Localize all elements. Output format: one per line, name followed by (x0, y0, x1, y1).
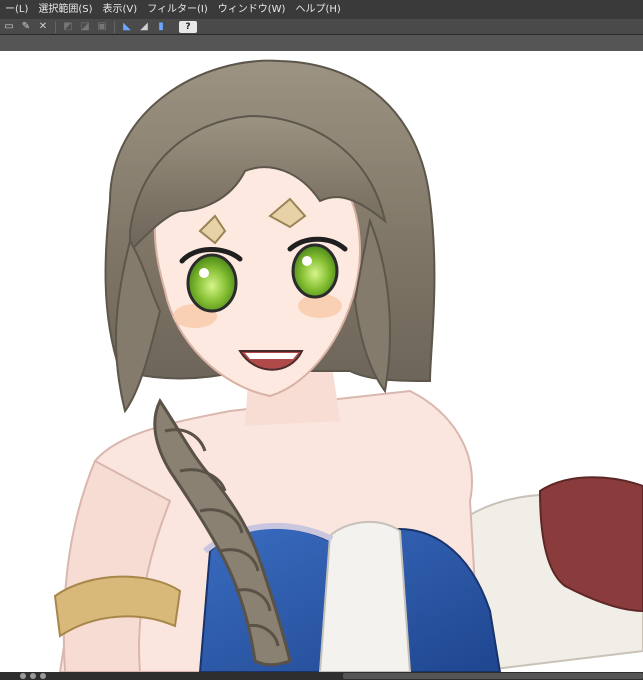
layer-icon[interactable]: ▭ (2, 20, 16, 34)
command-toolbar: ▭ ✎ ✕ ◩ ◪ ▣ ◣ ◢ ▮ ? (0, 19, 643, 35)
reset-view-icon[interactable] (40, 673, 46, 679)
rotate-right-icon[interactable] (30, 673, 36, 679)
artwork-illustration (53, 59, 643, 672)
rotate-left-icon[interactable] (20, 673, 26, 679)
menu-filter[interactable]: フィルター(I) (142, 0, 213, 19)
brush-icon[interactable]: ◪ (78, 20, 92, 34)
help-button[interactable]: ? (179, 20, 197, 33)
tool-property-strip (0, 35, 643, 51)
menu-bar: ー(L) 選択範囲(S) 表示(V) フィルター(I) ウィンドウ(W) ヘルプ… (0, 0, 643, 19)
eraser-icon[interactable]: ▣ (95, 20, 109, 34)
dress-front-white (318, 520, 412, 672)
ruler-icon[interactable]: ◣ (120, 20, 134, 34)
menu-window[interactable]: ウィンドウ(W) (213, 0, 291, 19)
menu-view[interactable]: 表示(V) (98, 0, 143, 19)
drawing-canvas[interactable] (0, 51, 643, 672)
eye-left (186, 253, 238, 313)
toolbar-separator (55, 20, 56, 33)
fill-icon[interactable]: ◩ (61, 20, 75, 34)
snap-icon[interactable]: ◢ (137, 20, 151, 34)
eye-right (291, 243, 339, 299)
transform-icon[interactable]: ✎ (19, 20, 33, 34)
pen-pressure-icon[interactable]: ▮ (154, 20, 168, 34)
menu-help[interactable]: ヘルプ(H) (290, 0, 345, 19)
status-bar (0, 672, 643, 680)
horizontal-scrollbar[interactable] (343, 673, 643, 679)
menu-layer[interactable]: ー(L) (0, 0, 33, 19)
menu-selection[interactable]: 選択範囲(S) (33, 0, 97, 19)
eye-highlight-right (302, 256, 312, 266)
teeth (245, 353, 298, 359)
eye-highlight-left (199, 268, 209, 278)
toolbar-separator (114, 20, 115, 33)
clear-icon[interactable]: ✕ (36, 20, 50, 34)
